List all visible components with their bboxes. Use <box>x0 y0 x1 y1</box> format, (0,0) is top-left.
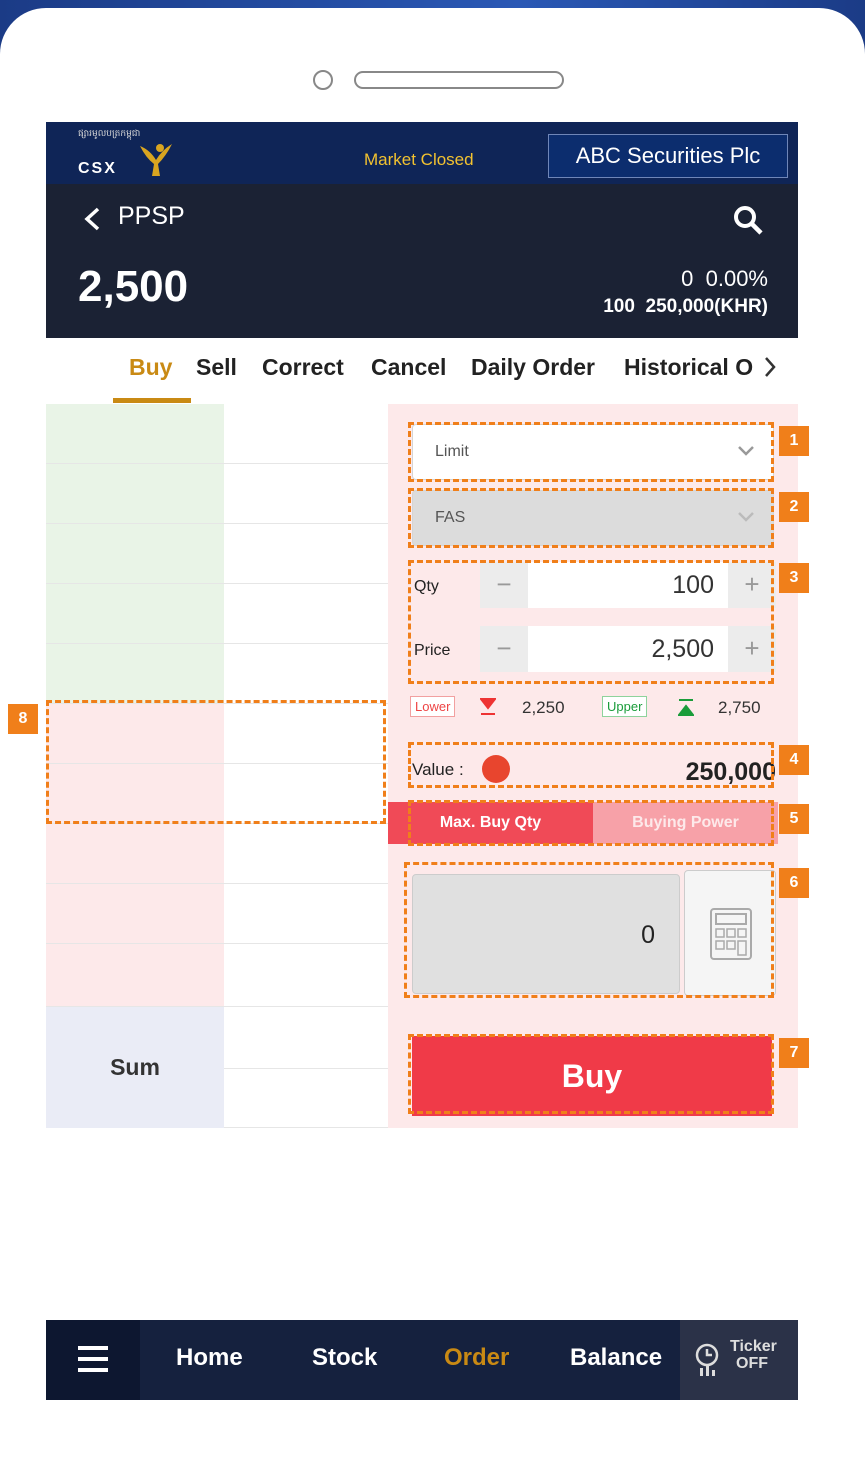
sum-label: Sum <box>46 1007 224 1128</box>
sum-bid-qty <box>224 1069 388 1128</box>
stock-symbol[interactable]: PPSP <box>118 202 185 231</box>
annotation-box-1 <box>408 422 774 482</box>
search-icon[interactable] <box>732 204 764 236</box>
upper-limit-up-icon <box>678 699 694 716</box>
ask-qty-cell <box>224 584 388 644</box>
bid-price-cell[interactable] <box>46 944 224 1007</box>
ticker-label-line1: Ticker <box>730 1338 777 1355</box>
tab-correct[interactable]: Correct <box>262 354 344 381</box>
lower-limit-down-icon <box>480 698 496 715</box>
ticker-label-line2: OFF <box>736 1355 768 1372</box>
bid-qty-cell <box>224 824 388 884</box>
annotation-box-7 <box>408 1034 774 1114</box>
camera-icon <box>313 70 333 90</box>
current-price: 2,500 <box>78 262 189 311</box>
nav-balance[interactable]: Balance <box>570 1344 662 1372</box>
stock-summary: PPSP 2,500 0 0.00% 100 250,000(KHR) <box>46 184 798 338</box>
menu-button[interactable] <box>46 1320 140 1400</box>
annotation-number-8: 8 <box>8 704 38 734</box>
ticker-toggle[interactable]: Ticker OFF <box>680 1320 798 1400</box>
annotation-number-4: 4 <box>779 745 809 775</box>
ask-qty-cell <box>224 644 388 704</box>
chevron-right-icon[interactable] <box>762 352 778 382</box>
annotation-box-3 <box>408 560 774 684</box>
bid-price-cell[interactable] <box>46 884 224 944</box>
ticker-label: Ticker OFF <box>730 1338 777 1372</box>
logo-khmer-text: ផ្សារមូលបត្រកម្ពុជា <box>78 128 141 138</box>
tab-buy[interactable]: Buy <box>129 354 172 381</box>
order-tabs: Buy Sell Correct Cancel Daily Order Hist… <box>46 338 798 404</box>
back-chevron-icon[interactable] <box>82 206 102 232</box>
speaker-icon <box>354 71 564 89</box>
annotation-box-4 <box>408 742 774 788</box>
annotation-number-5: 5 <box>779 804 809 834</box>
lower-limit-value: 2,250 <box>522 698 565 717</box>
tab-cancel[interactable]: Cancel <box>371 354 446 381</box>
tab-historical-order[interactable]: Historical Order <box>624 354 754 381</box>
volume-value: 100 <box>603 296 635 317</box>
csx-logo-icon <box>140 144 172 176</box>
upper-limit-badge: Upper <box>602 696 648 717</box>
hamburger-menu-icon <box>78 1346 108 1372</box>
logo-csx-text: CSX <box>78 160 117 177</box>
volume-info: 100 250,000(KHR) <box>603 296 768 318</box>
annotation-box-5 <box>408 800 774 846</box>
tab-sell[interactable]: Sell <box>196 354 237 381</box>
bid-price-cell[interactable] <box>46 824 224 884</box>
change-percent: 0.00% <box>705 266 768 291</box>
annotation-number-7: 7 <box>779 1038 809 1068</box>
annotation-number-6: 6 <box>779 868 809 898</box>
bid-qty-cell <box>224 944 388 1007</box>
price-change: 0 0.00% <box>681 266 768 292</box>
upper-limit-value: 2,750 <box>718 698 761 717</box>
annotation-box-6 <box>404 862 774 998</box>
ticker-clock-icon <box>695 1343 719 1376</box>
tab-daily-order[interactable]: Daily Order <box>471 354 595 381</box>
active-tab-indicator <box>113 398 191 403</box>
bid-qty-cell <box>224 884 388 944</box>
nav-stock[interactable]: Stock <box>312 1344 377 1372</box>
ask-qty-cell <box>224 524 388 584</box>
ask-price-cell[interactable] <box>46 404 224 464</box>
annotation-box-8 <box>46 700 386 824</box>
sum-ask-qty <box>224 1007 388 1069</box>
market-status: Market Closed <box>364 150 474 169</box>
ask-price-cell[interactable] <box>46 644 224 704</box>
annotation-box-2 <box>408 488 774 548</box>
broker-name: ABC Securities Plc <box>548 134 788 178</box>
nav-home[interactable]: Home <box>176 1344 243 1372</box>
ask-price-cell[interactable] <box>46 584 224 644</box>
annotation-number-2: 2 <box>779 492 809 522</box>
annotation-number-1: 1 <box>779 426 809 456</box>
change-value: 0 <box>681 266 694 291</box>
trade-value: 250,000(KHR) <box>645 296 769 317</box>
nav-order[interactable]: Order <box>444 1344 509 1372</box>
tab-historical-wrapper: Historical Order <box>622 348 754 390</box>
ask-qty-cell <box>224 464 388 524</box>
ask-price-cell[interactable] <box>46 464 224 524</box>
bottom-navigation: Home Stock Order Balance Ticker OFF <box>46 1320 798 1400</box>
ask-price-cell[interactable] <box>46 524 224 584</box>
annotation-number-3: 3 <box>779 563 809 593</box>
ask-qty-cell <box>224 404 388 464</box>
app-header: ផ្សារមូលបត្រកម្ពុជា CSX Market Closed AB… <box>46 122 798 184</box>
lower-limit-badge: Lower <box>410 696 456 717</box>
